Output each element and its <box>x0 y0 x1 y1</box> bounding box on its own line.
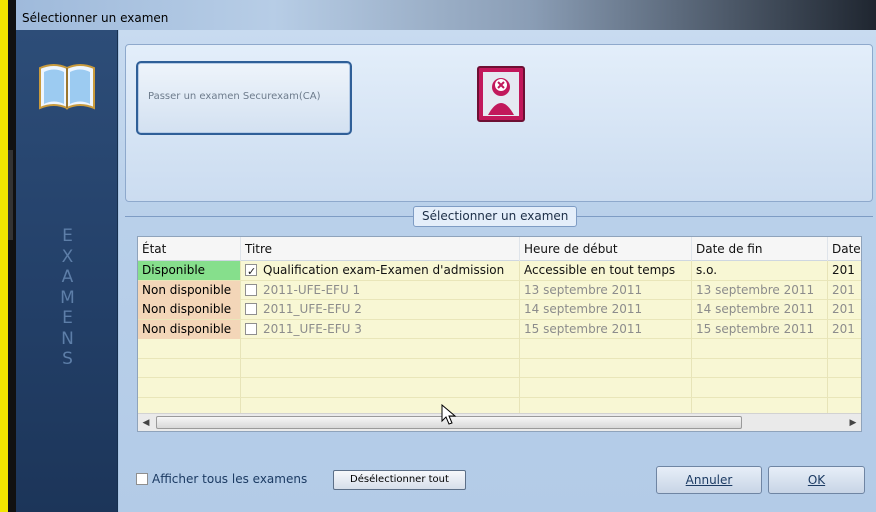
show-all-exams-option[interactable]: Afficher tous les examens <box>136 472 307 486</box>
column-header-end[interactable]: Date de fin <box>692 237 828 261</box>
title-cell: 2011_UFE-EFU 3 <box>241 319 520 339</box>
row-checkbox[interactable] <box>245 303 257 315</box>
scroll-right-icon[interactable]: ▶ <box>845 414 861 431</box>
window-title: Sélectionner un examen <box>22 11 169 25</box>
row-checkbox[interactable] <box>245 283 257 296</box>
end-cell: 13 septembre 2011 <box>692 280 828 300</box>
date-cell: 201 <box>828 320 861 339</box>
exam-launch-panel: Passer un examen Securexam(CA) <box>125 44 873 202</box>
title-cell: 2011-UFE-EFU 1 <box>241 280 520 300</box>
row-checkbox[interactable] <box>245 262 257 280</box>
grid-header: État Titre Heure de début Date de fin Da… <box>138 237 861 261</box>
show-all-label: Afficher tous les examens <box>152 472 308 486</box>
column-header-date[interactable]: Date <box>828 237 861 261</box>
row-checkbox[interactable] <box>245 322 257 335</box>
table-row[interactable]: Non disponible 2011-UFE-EFU 1 13 septemb… <box>138 280 861 300</box>
end-cell: 15 septembre 2011 <box>692 319 828 339</box>
mouse-cursor-icon <box>441 404 457 425</box>
date-cell: 201 <box>828 261 861 280</box>
start-cell: 13 septembre 2011 <box>520 280 692 300</box>
column-header-start[interactable]: Heure de début <box>520 237 692 261</box>
start-cell: Accessible en tout temps <box>520 261 692 280</box>
end-cell: s.o. <box>692 261 828 280</box>
start-cell: 14 septembre 2011 <box>520 300 692 319</box>
take-securexam-button[interactable]: Passer un examen Securexam(CA) <box>136 61 352 135</box>
exam-grid[interactable]: État Titre Heure de début Date de fin Da… <box>137 236 862 432</box>
ok-button[interactable]: OK <box>768 466 865 494</box>
screen-edge-gap <box>8 0 16 512</box>
state-cell: Non disponible <box>138 300 241 319</box>
take-securexam-label: Passer un examen Securexam(CA) <box>148 91 321 102</box>
title-cell: Qualification exam-Examen d'admission <box>241 261 520 280</box>
edge-notch <box>8 150 13 240</box>
empty-row <box>138 358 861 378</box>
deselect-all-button[interactable]: Désélectionner tout <box>333 470 466 490</box>
state-cell: Non disponible <box>138 280 241 300</box>
screen-edge-strip <box>0 0 8 512</box>
date-cell: 201 <box>828 300 861 319</box>
title-cell: 2011_UFE-EFU 2 <box>241 300 520 319</box>
date-cell: 201 <box>828 281 861 300</box>
state-cell: Disponible <box>138 261 241 280</box>
title-bar[interactable]: Sélectionner un examen <box>16 0 876 30</box>
table-row[interactable]: Non disponible 2011_UFE-EFU 2 14 septemb… <box>138 300 861 320</box>
group-title: Sélectionner un examen <box>413 206 578 227</box>
end-cell: 14 septembre 2011 <box>692 300 828 319</box>
state-cell: Non disponible <box>138 319 241 339</box>
content-area: Passer un examen Securexam(CA) Sélection… <box>119 30 876 512</box>
table-row[interactable]: Disponible Qualification exam-Examen d'a… <box>138 261 861 281</box>
scroll-left-icon[interactable]: ◀ <box>138 414 154 431</box>
sidebar: E X A M E N S <box>16 30 118 512</box>
column-header-state[interactable]: État <box>138 237 241 261</box>
empty-row <box>138 378 861 398</box>
start-cell: 15 septembre 2011 <box>520 319 692 339</box>
sidebar-vertical-word: E X A M E N S <box>60 226 76 369</box>
blocked-user-icon <box>477 66 525 122</box>
show-all-checkbox[interactable] <box>136 473 148 485</box>
column-header-title[interactable]: Titre <box>241 237 520 261</box>
table-row[interactable]: Non disponible 2011_UFE-EFU 3 15 septemb… <box>138 319 861 339</box>
book-icon <box>39 64 95 110</box>
cancel-button[interactable]: Annuler <box>656 466 762 494</box>
horizontal-scrollbar[interactable]: ◀ ▶ <box>138 413 861 431</box>
select-exam-window: Sélectionner un examen E X A M E N S Pas… <box>16 0 876 512</box>
empty-row <box>138 339 861 359</box>
